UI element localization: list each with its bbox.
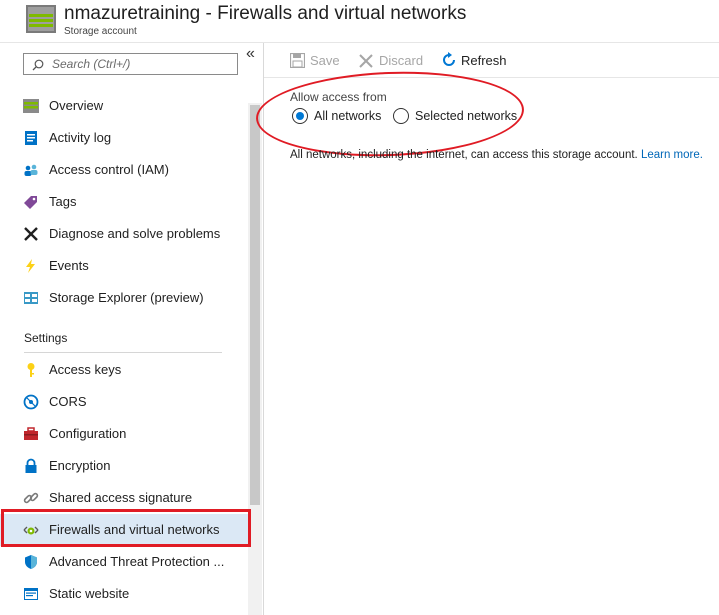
- settings-section-label: Settings: [24, 331, 68, 345]
- cors-icon: [23, 394, 39, 410]
- wrench-icon: [24, 227, 38, 241]
- lightning-icon: [26, 259, 35, 273]
- search-input[interactable]: [52, 55, 232, 73]
- activity-log-icon: [25, 131, 37, 145]
- sidebar-item-storage-explorer[interactable]: Storage Explorer (preview): [0, 282, 248, 314]
- sidebar-item-configuration[interactable]: Configuration: [0, 418, 248, 450]
- search-box[interactable]: [23, 53, 238, 75]
- page-subtitle: Storage account: [64, 26, 137, 37]
- sidebar-item-encryption[interactable]: Encryption: [0, 450, 248, 482]
- shield-icon: [25, 555, 37, 569]
- save-label: Save: [310, 53, 340, 68]
- refresh-label: Refresh: [461, 53, 507, 68]
- section-divider: [24, 352, 222, 353]
- sidebar-item-label: Events: [49, 258, 89, 273]
- firewall-icon: [23, 526, 39, 535]
- sidebar-item-label: Shared access signature: [49, 490, 193, 505]
- refresh-icon: [443, 52, 455, 66]
- storage-account-icon: [26, 5, 56, 33]
- sidebar-item-access-keys[interactable]: Access keys: [0, 354, 248, 386]
- sidebar-item-cors[interactable]: CORS: [0, 386, 248, 418]
- radio-button[interactable]: [292, 108, 308, 124]
- sidebar-item-label: Storage Explorer (preview): [49, 290, 204, 305]
- collapse-sidebar-button[interactable]: «: [246, 45, 255, 63]
- sidebar-item-label: Access keys: [49, 362, 122, 377]
- sidebar-item-label: CORS: [49, 394, 87, 409]
- sidebar-item-label: Advanced Threat Protection ...: [49, 554, 225, 569]
- close-icon: [359, 54, 373, 68]
- sidebar-item-events[interactable]: Events: [0, 250, 248, 282]
- allow-access-label: Allow access from: [290, 90, 387, 104]
- toolbox-icon: [24, 427, 38, 440]
- overview-icon: [23, 99, 39, 113]
- tag-icon: [24, 196, 37, 209]
- sidebar-item-label: Firewalls and virtual networks: [49, 522, 220, 537]
- sidebar-item-diagnose[interactable]: Diagnose and solve problems: [0, 218, 248, 250]
- lock-icon: [25, 458, 37, 473]
- sidebar-item-firewalls[interactable]: Firewalls and virtual networks: [0, 514, 248, 546]
- sidebar: « Overview Activity log Access control (…: [0, 43, 264, 615]
- sidebar-item-label: Encryption: [49, 458, 111, 473]
- sidebar-item-label: Tags: [49, 194, 77, 209]
- sidebar-item-label: Static website: [49, 586, 130, 601]
- sidebar-item-label: Configuration: [49, 426, 127, 441]
- sidebar-item-label: Diagnose and solve problems: [49, 226, 221, 241]
- access-description: All networks, including the internet, ca…: [290, 149, 703, 161]
- learn-more-link[interactable]: Learn more.: [641, 149, 703, 161]
- key-icon: [27, 363, 35, 377]
- sidebar-item-access-control[interactable]: Access control (IAM): [0, 154, 248, 186]
- link-icon: [23, 492, 39, 504]
- sidebar-item-advanced-threat-protection[interactable]: Advanced Threat Protection ...: [0, 546, 248, 578]
- search-icon: [32, 59, 44, 71]
- radio-label: Selected networks: [415, 109, 518, 123]
- sidebar-item-tags[interactable]: Tags: [0, 186, 248, 218]
- sidebar-item-label: Overview: [49, 98, 104, 113]
- description-text: All networks, including the internet, ca…: [290, 149, 638, 161]
- sidebar-item-activity-log[interactable]: Activity log: [0, 122, 248, 154]
- command-bar: Save Discard Refresh: [264, 43, 719, 78]
- page-title: nmazuretraining - Firewalls and virtual …: [64, 3, 467, 24]
- sidebar-item-static-website[interactable]: Static website: [0, 578, 248, 610]
- radio-label: All networks: [314, 109, 382, 123]
- storage-explorer-icon: [24, 292, 38, 304]
- radio-button[interactable]: [393, 108, 409, 124]
- sidebar-item-overview[interactable]: Overview: [0, 90, 248, 122]
- static-website-icon: [24, 588, 38, 600]
- sidebar-item-label: Activity log: [49, 130, 112, 145]
- iam-icon: [24, 164, 38, 176]
- blade-header: nmazuretraining - Firewalls and virtual …: [0, 0, 719, 43]
- sidebar-scrollbar-thumb[interactable]: [250, 105, 260, 505]
- sidebar-item-label: Access control (IAM): [49, 162, 169, 177]
- discard-label: Discard: [379, 53, 424, 68]
- sidebar-item-shared-access-signature[interactable]: Shared access signature: [0, 482, 248, 514]
- save-icon: [290, 53, 305, 68]
